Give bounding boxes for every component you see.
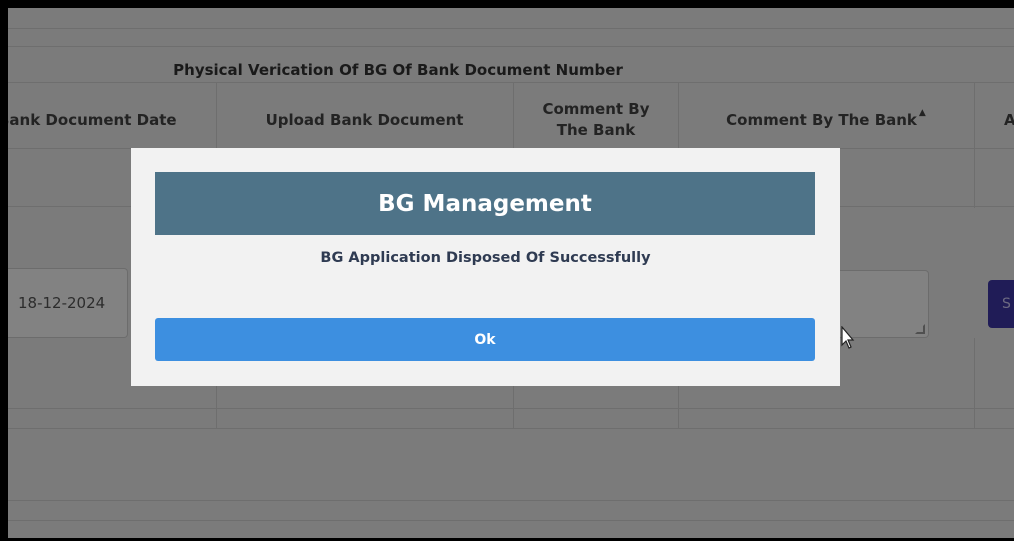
bg-management-dialog: BG Management BG Application Disposed Of…	[131, 148, 840, 386]
mouse-cursor-icon	[841, 326, 855, 349]
ok-button[interactable]: Ok	[155, 318, 815, 361]
dialog-message: BG Application Disposed Of Successfully	[320, 250, 651, 266]
background-page: Physical Verication Of BG Of Bank Docume…	[8, 8, 1014, 538]
dialog-title: BG Management	[155, 172, 815, 235]
